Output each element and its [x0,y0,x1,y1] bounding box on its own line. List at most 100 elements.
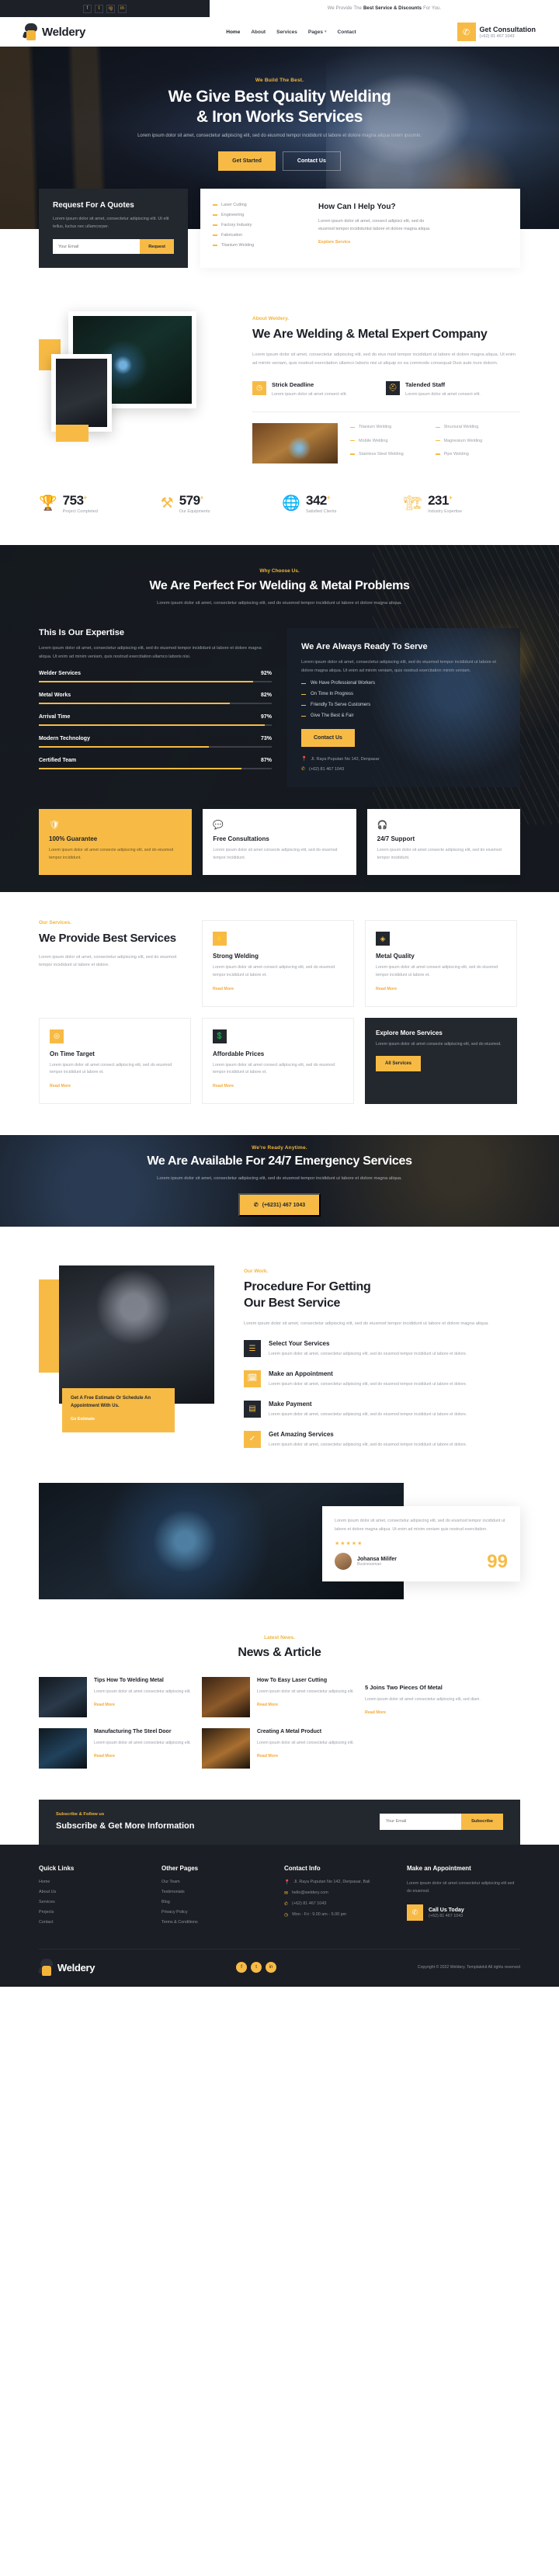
stat-industry-expertise: 🏗 231+ Industry Expertise [404,493,520,514]
read-more-link[interactable]: Read More [213,1084,234,1088]
stat-label: Our Equipments [179,509,210,514]
footer-link[interactable]: Privacy Policy [161,1910,272,1915]
welder-logo-icon [22,23,39,40]
service-text: Lorem ipsum dolor sit amet consect adipi… [213,1062,335,1075]
list-item[interactable]: Fabrication [213,233,306,238]
emergency-title: We Are Available For 24/7 Emergency Serv… [147,1154,412,1168]
about-images [39,311,237,447]
feature-title: Strick Deadline [272,380,314,388]
contact-phone[interactable]: ✆ (+62) 81 467 1043 [284,1901,394,1907]
service-text: Lorem ipsum dolor sit amet consect adipi… [376,965,498,977]
nav-item-services[interactable]: Services [276,30,297,35]
services-eyebrow: Our Services. [39,920,71,926]
badge-icon: ◈ [376,932,390,946]
list-item[interactable]: Laser Cutting [213,203,306,207]
step-text: Lorem ipsum dolor sit amet, consectetur … [269,1352,467,1357]
footer-link[interactable]: Projects [39,1910,149,1915]
instagram-icon[interactable]: ig [106,4,115,13]
list-item[interactable]: Titanium Welding [213,243,306,248]
clock-icon: ◷ [252,380,266,395]
explore-more-services-card[interactable]: Explore More Services Lorem ipsum dolor … [365,1017,517,1105]
read-more-link[interactable]: Read More [257,1703,278,1707]
read-more-link[interactable]: Read More [213,987,234,991]
quote-submit-button[interactable]: Request [140,239,174,255]
footer-link[interactable]: About Us [39,1890,149,1894]
subscribe-eyebrow: Subscribe & Follow us [56,1812,105,1817]
emergency-call-button[interactable]: ✆ (+6231) 467 1043 [238,1193,321,1217]
read-more-link[interactable]: Read More [94,1703,115,1707]
nav-item-about[interactable]: About [251,30,266,35]
nav-item-pages[interactable]: Pages ▾ [308,30,327,35]
stat-value: 579+ [179,492,204,508]
read-more-link[interactable]: Read More [94,1754,115,1758]
explore-service-link[interactable]: Explore Service [318,240,350,245]
free-estimate-note[interactable]: Get A Free Estimate Or Schedule An Appoi… [62,1388,175,1433]
subscribe-button[interactable]: Subscribe [460,1813,503,1830]
footer-link[interactable]: Contact [39,1920,149,1925]
quote-email-input[interactable] [53,239,141,255]
service-card-strong-welding[interactable]: ⚡ Strong Welding Lorem ipsum dolor sit a… [202,920,354,1007]
facebook-icon[interactable]: f [83,4,92,13]
phone-icon: ✆ [284,1902,289,1908]
news-eyebrow: Latest News. [264,1635,295,1641]
stat-project-completed: 🏆 753+ Project Completed [39,493,155,514]
nav-item-contact[interactable]: Contact [338,30,356,35]
news-title: News & Article [238,1646,321,1660]
service-card-affordable-prices[interactable]: 💲 Affordable Prices Lorem ipsum dolor si… [202,1017,354,1105]
skill-label: Certified Team [39,758,77,764]
footer-link[interactable]: Services [39,1900,149,1904]
quote-title: Request For A Quotes [53,201,134,210]
contact-text: Jl. Raya Puputan No 142, Denpasar, Bali [293,1880,370,1885]
news-item[interactable]: Manufacturing The Steel Door Lorem ipsum… [39,1728,191,1769]
read-more-link[interactable]: Read More [50,1084,71,1088]
go-estimate-link[interactable]: Go Estimate [71,1417,95,1422]
list-item[interactable]: Factory Industry [213,223,306,227]
footer-brand-name: Weldery [57,1961,95,1974]
news-item[interactable]: Creating A Metal Product Lorem ipsum dol… [202,1728,354,1769]
list-item[interactable]: Engineering [213,213,306,217]
service-card-metal-quality[interactable]: ◈ Metal Quality Lorem ipsum dolor sit am… [365,920,517,1007]
feature-strick-deadline: ◷ Strick Deadline Lorem ipsum dolor sit … [252,380,369,399]
get-started-button[interactable]: Get Started [218,151,276,171]
contact-hours: ◷ Mon - Fri : 9.00 am - 5.00 pm [284,1912,394,1918]
contact-email[interactable]: ✉ hello@weldery.com [284,1890,394,1896]
step-get-amazing-services: ✓ Get Amazing Services Lorem ipsum dolor… [244,1430,520,1449]
footer-link[interactable]: Home [39,1880,149,1884]
footer-link[interactable]: Testimonials [161,1890,272,1894]
subscribe-email-input[interactable] [379,1813,461,1830]
news-thumbnail [202,1677,250,1718]
list-item: Give The Best & Fair [301,713,506,718]
rating-stars: ★★★★★ [335,1541,363,1547]
call-us-today-block[interactable]: ✆ Call Us Today (+62) 81 467 1043 [407,1904,517,1922]
nav-item-home[interactable]: Home [226,30,240,35]
twitter-icon[interactable]: t [95,4,103,13]
footer-logo[interactable]: Weldery [37,1959,95,1977]
linkedin-icon[interactable]: in [118,4,127,13]
news-featured[interactable]: 5 Joins Two Pieces Of Metal Lorem ipsum … [365,1677,517,1769]
footer-col-title: Quick Links [39,1865,75,1873]
get-consultation-block[interactable]: ✆ Get Consultation (+62) 81 467 1043 [419,23,536,41]
about-eyebrow: About Weldery. [252,316,290,322]
list-item: Mobile Welding [350,436,436,445]
read-more-link[interactable]: Read More [376,987,397,991]
logo[interactable]: Weldery [22,23,163,40]
news-item[interactable]: Tips How To Welding Metal Lorem ipsum do… [39,1677,191,1718]
read-more-link[interactable]: Read More [257,1754,278,1758]
facebook-icon[interactable]: f [236,1962,248,1974]
all-services-button[interactable]: All Services [376,1056,422,1072]
read-more-link[interactable]: Read More [365,1710,386,1715]
linkedin-icon[interactable]: in [266,1962,277,1974]
guarantee-card-free-consultations: 💬 Free Consultations Lorem ipsum dolor s… [203,809,356,876]
procedure-title-line1: Procedure For Getting [244,1280,371,1294]
footer-link[interactable]: Terms & Conditions [161,1920,272,1925]
service-card-on-time-target[interactable]: ◎ On Time Target Lorem ipsum dolor sit a… [39,1017,191,1105]
ready-contact-button[interactable]: Contact Us [301,729,355,748]
footer-link[interactable]: Blog [161,1900,272,1904]
welding-types-list: Titanium Welding Structural Welding Mobi… [350,423,520,463]
ready-title: We Are Always Ready To Serve [301,641,428,651]
twitter-icon[interactable]: t [251,1962,262,1974]
contact-us-button[interactable]: Contact Us [282,151,341,171]
footer-link[interactable]: Our Team [161,1880,272,1884]
skill-arrival-time: Arrival Time 97% [39,714,272,727]
news-item[interactable]: How To Easy Laser Cutting Lorem ipsum do… [202,1677,354,1718]
